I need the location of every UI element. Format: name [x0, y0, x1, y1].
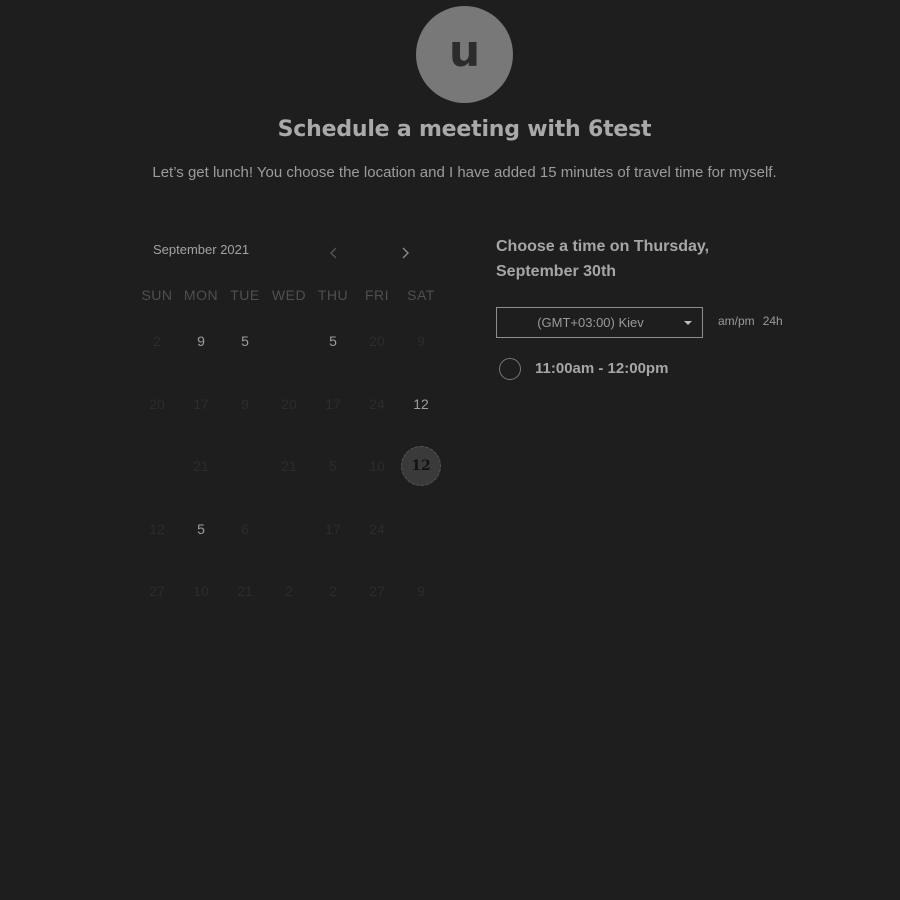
time-slot-label: 11:00am - 12:00pm — [535, 360, 669, 377]
avatar-letter: u — [448, 25, 481, 77]
calendar-day: 27 — [369, 583, 385, 600]
calendar-week-row: 21 21 5 10 12 — [135, 435, 443, 498]
calendar-day: 24 — [369, 520, 385, 537]
format-ampm-option[interactable]: am/pm — [718, 314, 755, 328]
month-label: September 2021 — [153, 242, 250, 257]
timezone-value: (GMT+03:00) Kiev — [537, 315, 644, 330]
calendar-day — [267, 319, 311, 363]
calendar-day: 21 — [193, 458, 209, 475]
calendar-day: 17 — [325, 395, 341, 412]
calendar-day: 10 — [369, 458, 385, 475]
scheduling-page: u Schedule a meeting with 6test Let’s ge… — [0, 0, 900, 900]
chevron-right-icon — [402, 247, 409, 259]
calendar-day[interactable]: 12 — [399, 382, 443, 426]
calendar-week-row: 27 10 21 2 2 27 9 — [135, 560, 443, 623]
calendar-day[interactable]: 5 — [179, 507, 223, 551]
calendar-day: 6 — [241, 520, 249, 537]
calendar-day: 9 — [241, 395, 249, 412]
calendar-day: 5 — [329, 458, 337, 475]
calendar-day: 21 — [281, 458, 297, 475]
time-slot[interactable]: 11:00am - 12:00pm — [499, 356, 668, 381]
calendar-day: 12 — [149, 520, 165, 537]
time-format-toggle: am/pm 24h — [718, 314, 783, 328]
format-24h-option[interactable]: 24h — [763, 314, 783, 328]
calendar-day — [399, 507, 443, 551]
weekday-label: FRI — [364, 287, 390, 303]
calendar-day[interactable]: 9 — [179, 319, 223, 363]
weekday-label: WED — [271, 287, 307, 303]
calendar-day: 17 — [325, 520, 341, 537]
calendar-day: 21 — [237, 583, 253, 600]
calendar-day — [135, 444, 179, 488]
calendar-day — [267, 507, 311, 551]
calendar-day-selected[interactable]: 12 — [401, 446, 441, 487]
page-title: Schedule a meeting with 6test — [277, 117, 652, 142]
weekday-label: TUE — [230, 287, 260, 303]
calendar-week-row: 2 9 5 5 20 9 — [135, 310, 443, 373]
weekday-label: SUN — [141, 287, 173, 303]
calendar-day: 2 — [329, 583, 337, 600]
calendar-day: 10 — [193, 583, 209, 600]
calendar-day: 24 — [369, 395, 385, 412]
calendar-day: 20 — [149, 395, 165, 412]
calendar-day — [223, 444, 267, 488]
calendar-day: 20 — [369, 333, 385, 350]
weekday-label: SAT — [407, 287, 435, 303]
avatar: u — [416, 6, 513, 103]
calendar-day: 20 — [281, 395, 297, 412]
calendar-grid: 2 9 5 5 20 9 20 17 9 20 17 24 12 21 21 5 10 12 12 5 6 17 24 27 1… — [135, 310, 443, 623]
calendar-day: 2 — [153, 333, 161, 350]
previous-month-button[interactable] — [326, 243, 342, 263]
chevron-left-icon — [330, 247, 337, 259]
calendar-day: 27 — [149, 583, 165, 600]
radio-circle-icon — [499, 357, 521, 380]
weekday-label: MON — [183, 287, 219, 303]
caret-down-icon — [684, 320, 692, 325]
meeting-description: Let’s get lunch! You choose the location… — [152, 164, 777, 181]
weekday-label: THU — [317, 287, 349, 303]
weekday-header: SUN MON TUE WED THU FRI SAT — [135, 287, 443, 303]
calendar-day[interactable]: 5 — [311, 319, 355, 363]
calendar-day: 17 — [193, 395, 209, 412]
time-heading: Choose a time on Thursday, September 30t… — [496, 238, 710, 280]
calendar-day[interactable]: 5 — [223, 319, 267, 363]
calendar-day: 9 — [417, 333, 425, 350]
timezone-select[interactable]: (GMT+03:00) Kiev — [496, 307, 703, 338]
next-month-button[interactable] — [397, 243, 413, 263]
calendar-day: 2 — [285, 583, 293, 600]
calendar-week-row: 12 5 6 17 24 — [135, 498, 443, 561]
calendar-week-row: 20 17 9 20 17 24 12 — [135, 373, 443, 436]
calendar-day: 9 — [417, 583, 425, 600]
